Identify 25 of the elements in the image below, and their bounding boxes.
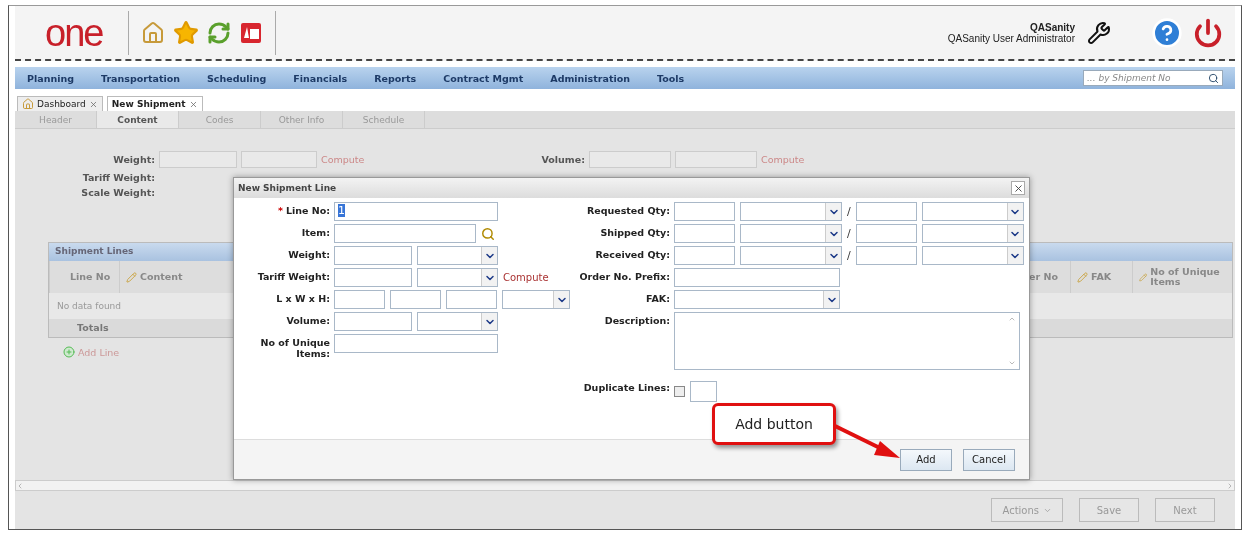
field-label: Tariff Weight: [81,172,155,183]
field-label: Tariff Weight: [256,270,330,283]
logo: one [44,13,104,52]
field-label: L x W x H: [275,292,330,305]
field-label: FAK: [645,292,670,305]
user-name: QASanity [1030,21,1075,33]
user-role: QASanity User Administrator [947,32,1075,44]
field-label: Duplicate Lines: [582,381,670,394]
empty-message: No data found [57,301,122,311]
separator: / [847,249,851,262]
field-label: Volume: [540,154,585,165]
field-label: Shipped Qty: [599,226,670,239]
field-label: No of Unique Items: [259,336,330,360]
field-label: Requested Qty: [585,204,670,217]
field-label: Received Qty: [594,248,670,261]
callout: Add button [712,403,836,445]
field-label: Weight: [112,154,155,165]
separator: / [847,205,851,218]
dialog-title: New Shipment Line [238,183,337,193]
separator: / [847,227,851,240]
field-label: Weight: [287,248,330,261]
field-label: Scale Weight: [80,187,155,198]
field-label: Item: [300,226,330,239]
field-label: Order No. Prefix: [578,270,670,283]
field-label: * Line No: [276,204,330,217]
